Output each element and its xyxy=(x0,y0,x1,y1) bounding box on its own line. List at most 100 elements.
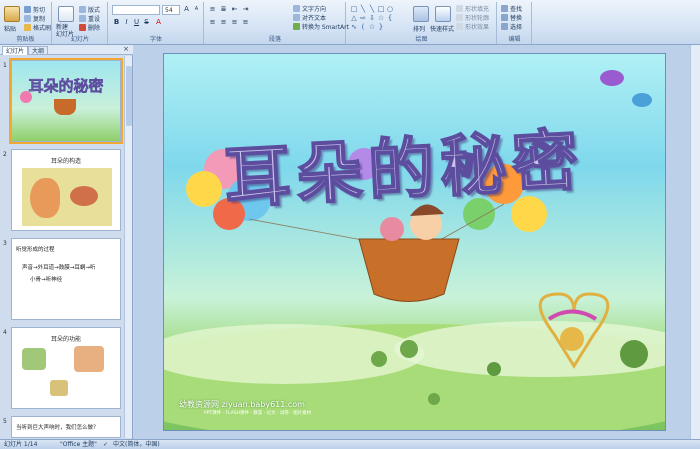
bracket-shape-icon[interactable]: ( xyxy=(359,23,367,31)
slide-number: 3 xyxy=(3,240,7,247)
tree-image xyxy=(22,348,46,370)
slide-thumbnail-3[interactable]: 听觉形成的过程 声音→外耳道→鼓膜→耳蜗→听 小骨→听神经 xyxy=(11,238,121,320)
quick-styles-button[interactable]: 快速样式 xyxy=(430,24,454,33)
bush-shape xyxy=(487,362,501,376)
smartart-button[interactable]: 转换为 SmartArt xyxy=(293,22,349,31)
align-text-button[interactable]: 对齐文本 xyxy=(293,13,326,22)
star-shape-icon[interactable]: ☆ xyxy=(368,23,376,31)
arrow-shape-icon[interactable]: ⇩ xyxy=(368,14,376,22)
watermark-subtext: PPT课件 · FLASH课件 · 教案 · 论文 · 试卷 · 图片素材 xyxy=(204,411,312,416)
line-shape-icon[interactable]: ╲ xyxy=(368,5,376,13)
strikethrough-button[interactable]: S xyxy=(142,18,151,27)
shape-fill-button[interactable]: 形状填充 xyxy=(456,4,489,13)
slide-scrollbar[interactable] xyxy=(690,45,700,439)
font-color-button[interactable]: A xyxy=(154,18,163,27)
editing-group-label: 编辑 xyxy=(508,36,521,43)
select-icon xyxy=(501,23,508,30)
increase-indent-button[interactable]: ⇥ xyxy=(241,5,250,14)
text-direction-button[interactable]: 文字方向 xyxy=(293,4,326,13)
effects-icon xyxy=(456,23,463,30)
align-text-icon xyxy=(293,14,300,21)
font-name-combo[interactable] xyxy=(112,5,160,15)
delete-slide-button[interactable]: 删除 xyxy=(79,23,100,32)
scissors-icon xyxy=(24,6,31,13)
close-panel-icon[interactable]: × xyxy=(123,45,129,53)
paste-icon[interactable] xyxy=(4,6,20,22)
triangle-shape-icon[interactable]: △ xyxy=(350,14,358,22)
outline-icon xyxy=(456,14,463,21)
bird-shape xyxy=(600,70,624,86)
select-button[interactable]: 选择 xyxy=(501,22,522,31)
align-right-button[interactable]: ≡ xyxy=(230,18,239,27)
slide-title[interactable]: 耳朵的秘密 xyxy=(222,107,588,222)
editing-group: 查找 替换 选择 编辑 xyxy=(498,2,532,44)
fill-icon xyxy=(456,5,463,12)
shape-effects-button[interactable]: 形状效果 xyxy=(456,22,489,31)
slide-thumbnail-1[interactable]: 耳朵的秘密 xyxy=(9,58,123,144)
numbering-button[interactable]: ≣ xyxy=(219,5,228,14)
paste-button[interactable]: 粘贴 xyxy=(4,24,16,33)
oval-shape-icon[interactable]: ○ xyxy=(386,5,394,13)
slide-thumbnail-4[interactable]: 耳朵的功能 xyxy=(11,327,121,409)
arrange-button[interactable]: 排列 xyxy=(413,24,425,33)
arrange-icon[interactable] xyxy=(413,6,429,22)
star-shape-icon[interactable]: ☆ xyxy=(377,14,385,22)
format-painter-button[interactable]: 格式刷 xyxy=(24,23,51,32)
shape-outline-button[interactable]: 形状轮廓 xyxy=(456,13,489,22)
ear-shape xyxy=(30,178,60,218)
justify-button[interactable]: ≡ xyxy=(241,18,250,27)
paragraph-group: ≡ ≣ ⇤ ⇥ ≡ ≡ ≡ ≡ 文字方向 对齐文本 转换为 SmartArt 段… xyxy=(205,2,349,44)
slides-group-label: 幻灯片 xyxy=(70,36,89,43)
panel-scroll-thumb[interactable] xyxy=(126,66,132,126)
reset-button[interactable]: 重设 xyxy=(79,14,100,23)
font-group-label: 字体 xyxy=(149,36,162,43)
basket-shape xyxy=(358,238,460,302)
bullets-button[interactable]: ≡ xyxy=(208,5,217,14)
thumb-line: 听觉形成的过程 xyxy=(16,247,55,253)
replace-button[interactable]: 替换 xyxy=(501,13,522,22)
copy-icon xyxy=(24,15,31,22)
status-bar: 幻灯片 1/14 "Office 主题" ✓ 中文(简体，中国) xyxy=(0,439,700,449)
curve-shape-icon[interactable]: ∿ xyxy=(350,23,358,31)
copy-button[interactable]: 复制 xyxy=(24,14,45,23)
tab-outline[interactable]: 大纲 xyxy=(28,46,49,55)
tab-slides[interactable]: 幻灯片 xyxy=(2,46,29,55)
theme-name: "Office 主题" xyxy=(60,441,97,448)
underline-button[interactable]: U xyxy=(132,18,141,27)
ribbon-bow-shape xyxy=(547,309,598,321)
language-indicator[interactable]: 中文(简体，中国) xyxy=(113,440,160,449)
delete-icon xyxy=(79,24,86,31)
line-shape-icon[interactable]: ╲ xyxy=(359,5,367,13)
slide-thumbnail-2[interactable]: 耳朵的构造 xyxy=(11,149,121,231)
find-button[interactable]: 查找 xyxy=(501,4,522,13)
cut-button[interactable]: 剪切 xyxy=(24,5,45,14)
brace-shape-icon[interactable]: } xyxy=(377,23,385,31)
align-left-button[interactable]: ≡ xyxy=(208,18,217,27)
child-image xyxy=(74,346,104,372)
brace-shape-icon[interactable]: { xyxy=(386,14,394,22)
current-slide[interactable]: 耳朵的秘密 幼教资源网 ziyuan.baby611.com PPT课件 · F… xyxy=(163,53,666,431)
layout-button[interactable]: 版式 xyxy=(79,5,100,14)
align-center-button[interactable]: ≡ xyxy=(219,18,228,27)
smartart-icon xyxy=(293,23,300,30)
slide-thumbnail-5[interactable]: 当听到巨大声响时，我们怎么做？ xyxy=(11,416,121,438)
italic-button[interactable]: I xyxy=(122,18,131,27)
shrink-font-button[interactable]: A xyxy=(192,5,201,14)
clipboard-group: 粘贴 剪切 复制 格式刷 剪贴板 xyxy=(0,2,52,44)
balloon-shape xyxy=(186,171,222,207)
decrease-indent-button[interactable]: ⇤ xyxy=(230,5,239,14)
rectangle-shape-icon[interactable]: □ xyxy=(350,5,358,13)
bold-button[interactable]: B xyxy=(112,18,121,27)
grow-font-button[interactable]: A xyxy=(182,5,191,14)
panel-tabs: 幻灯片 大纲 × xyxy=(0,45,133,55)
drawing-group-label: 绘图 xyxy=(415,36,428,43)
spellcheck-icon[interactable]: ✓ xyxy=(103,440,108,449)
font-size-combo[interactable]: 54 xyxy=(162,5,180,15)
quick-styles-icon[interactable] xyxy=(435,6,451,22)
rectangle-shape-icon[interactable]: □ xyxy=(377,5,385,13)
tree-shape xyxy=(620,340,648,368)
arrow-shape-icon[interactable]: ⇨ xyxy=(359,14,367,22)
new-slide-icon[interactable] xyxy=(58,6,74,22)
panel-scrollbar[interactable] xyxy=(124,56,132,438)
text-direction-icon xyxy=(293,5,300,12)
